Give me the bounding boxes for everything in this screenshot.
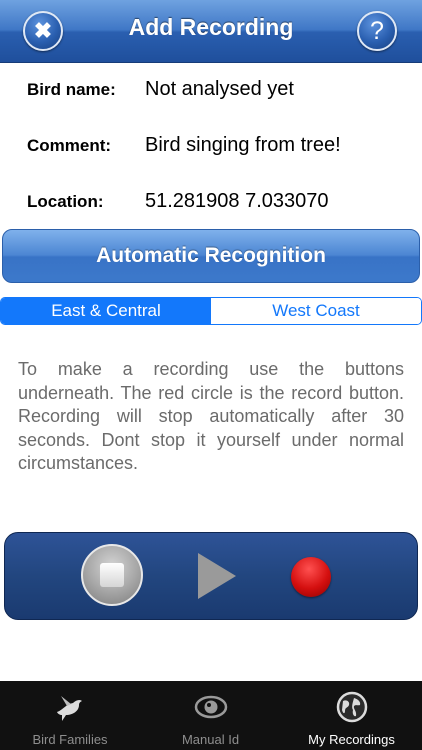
comment-value[interactable]: Bird singing from tree! xyxy=(145,134,341,157)
bird-name-label: Bird name: xyxy=(27,80,116,99)
location-value[interactable]: 51.281908 7.033070 xyxy=(145,190,329,213)
recording-controls xyxy=(4,532,418,620)
location-row: Location: 51.281908 7.033070 xyxy=(0,174,422,230)
segment-west-coast[interactable]: West Coast xyxy=(211,298,421,324)
stop-button[interactable] xyxy=(81,544,143,606)
globe-icon xyxy=(336,691,367,723)
tab-my-recordings[interactable]: My Recordings xyxy=(281,681,422,750)
bird-name-value[interactable]: Not analysed yet xyxy=(145,78,294,101)
tab-label: Manual Id xyxy=(181,732,240,747)
stop-icon xyxy=(100,563,124,587)
help-button[interactable]: ? xyxy=(357,11,397,51)
automatic-recognition-button[interactable]: Automatic Recognition xyxy=(2,229,420,283)
tab-manual-id[interactable]: Manual Id xyxy=(140,681,281,750)
play-button[interactable] xyxy=(198,553,236,599)
recording-instructions: To make a recording use the buttons unde… xyxy=(18,359,404,473)
bird-icon xyxy=(57,696,82,721)
help-icon: ? xyxy=(370,17,384,45)
eye-icon xyxy=(194,695,227,719)
region-segmented-control: East & Central West Coast xyxy=(0,297,422,325)
tab-bar: Bird Families Manual Id My Recordings xyxy=(0,681,422,750)
location-label: Location: xyxy=(27,192,104,211)
comment-label: Comment: xyxy=(27,136,112,155)
navigation-bar: ✖ Add Recording ? xyxy=(0,0,422,63)
segment-east-central[interactable]: East & Central xyxy=(1,298,211,324)
comment-row: Comment: Bird singing from tree! xyxy=(0,118,422,174)
tab-label: Bird Families xyxy=(32,732,108,747)
tab-label: My Recordings xyxy=(308,732,395,747)
tab-bird-families[interactable]: Bird Families xyxy=(0,681,140,750)
record-button[interactable] xyxy=(291,557,331,597)
bird-name-row: Bird name: Not analysed yet xyxy=(0,62,422,118)
